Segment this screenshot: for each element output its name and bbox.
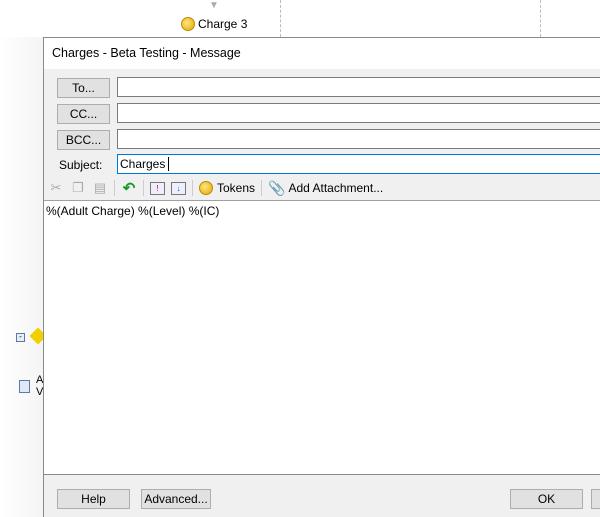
add-attachment-button[interactable]: 📎 Add Attachment...: [268, 180, 383, 197]
workflow-node-charge[interactable]: Charge 3: [181, 17, 247, 31]
cc-button[interactable]: CC...: [57, 104, 110, 124]
to-field[interactable]: [117, 77, 600, 97]
message-dialog: Charges - Beta Testing - Message To... C…: [43, 37, 600, 517]
coin-icon: [181, 17, 195, 31]
cut-icon[interactable]: ✂: [48, 180, 64, 196]
arrow-down-icon: ▼: [209, 0, 219, 11]
cancel-button[interactable]: [591, 489, 600, 509]
toolbar: ✂ ❐ ▤ ↶ ! ↓ Tokens 📎 Add Attachment...: [44, 176, 600, 200]
to-button[interactable]: To...: [57, 78, 110, 98]
node-label: Charge 3: [198, 17, 248, 31]
lane-divider: [540, 0, 541, 37]
paste-icon[interactable]: ▤: [92, 180, 108, 196]
paperclip-icon: 📎: [268, 179, 286, 196]
collapse-icon[interactable]: -: [16, 333, 25, 342]
undo-icon[interactable]: ↶: [121, 180, 137, 197]
advanced-button[interactable]: Advanced...: [141, 489, 211, 509]
tokens-button[interactable]: Tokens: [199, 181, 255, 195]
tokens-label: Tokens: [217, 181, 256, 195]
lane-divider: [280, 0, 281, 37]
ok-button[interactable]: OK: [510, 489, 583, 509]
cc-field[interactable]: [117, 103, 600, 123]
insert-field-icon[interactable]: !: [150, 181, 165, 195]
toolbar-separator: [192, 180, 193, 196]
attachment-label: Add Attachment...: [288, 181, 384, 195]
workflow-canvas: [0, 37, 44, 517]
toolbar-separator: [261, 180, 263, 196]
subject-label: Subject:: [59, 158, 103, 172]
coin-icon: [199, 181, 213, 195]
dialog-title: Charges - Beta Testing - Message: [44, 38, 600, 69]
subject-value: Charges: [120, 157, 166, 171]
bcc-field[interactable]: [117, 129, 600, 149]
toolbar-separator: [143, 180, 144, 196]
body-text: %(Adult Charge) %(Level) %(IC): [46, 204, 220, 218]
toolbar-separator: [114, 180, 115, 196]
bcc-button[interactable]: BCC...: [57, 130, 110, 150]
copy-icon[interactable]: ❐: [70, 180, 86, 196]
insert-below-icon[interactable]: ↓: [171, 181, 186, 195]
message-body-editor[interactable]: %(Adult Charge) %(Level) %(IC): [44, 200, 600, 475]
subject-field[interactable]: Charges: [117, 154, 600, 174]
help-button[interactable]: Help: [57, 489, 130, 509]
document-icon: [19, 380, 30, 393]
